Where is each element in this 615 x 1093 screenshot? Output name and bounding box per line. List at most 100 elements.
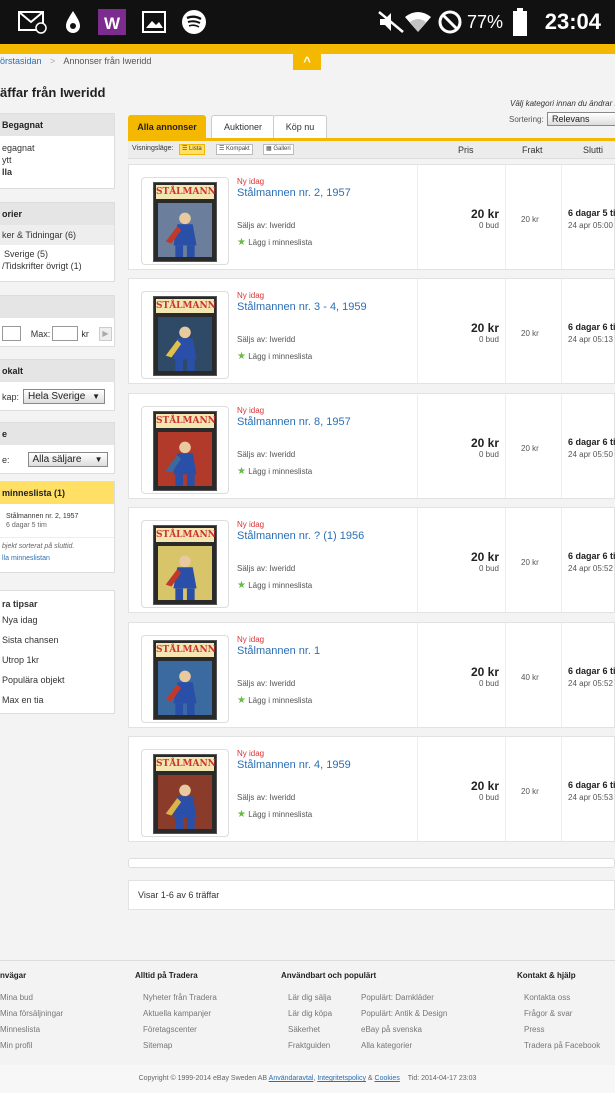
- location-select[interactable]: Hela Sverige ▼: [23, 389, 106, 404]
- listing-card[interactable]: STÅLMANNEN Ny idagStålmannen nr. 8, 1957 S…: [128, 393, 615, 499]
- listing-thumbnail[interactable]: STÅLMANNEN: [141, 749, 229, 837]
- condition-option-new[interactable]: ytt: [0, 154, 114, 166]
- column-shipping[interactable]: Frakt: [522, 145, 543, 155]
- footer-link[interactable]: Säkerhet: [288, 1022, 332, 1038]
- view-gallery-button[interactable]: ▦ Galleri: [263, 144, 294, 155]
- tip-start-1kr[interactable]: Utrop 1kr: [0, 650, 114, 670]
- listing-title-link[interactable]: Stålmannen nr. 1: [237, 645, 320, 657]
- footer-link[interactable]: Populärt: Antik & Design: [361, 1006, 447, 1022]
- listing-title-link[interactable]: Stålmannen nr. 8, 1957: [237, 416, 351, 428]
- footer-link[interactable]: Min profil: [0, 1038, 63, 1054]
- category-filter: orier ker & Tidningar (6) Sverige (5) /T…: [0, 202, 115, 282]
- listing-thumbnail[interactable]: STÅLMANNEN: [141, 635, 229, 723]
- listing-title-link[interactable]: Stålmannen nr. 2, 1957: [237, 187, 351, 199]
- footer-link[interactable]: Sitemap: [135, 1038, 217, 1054]
- listing-shipping: 20 kr: [521, 787, 539, 796]
- condition-option-all[interactable]: lla: [0, 166, 114, 178]
- price-min-input[interactable]: [2, 326, 21, 341]
- watchlist-link[interactable]: lla minneslistan: [0, 553, 114, 565]
- footer-link[interactable]: Frågor & svar: [517, 1006, 600, 1022]
- water-drop-icon: [62, 8, 84, 36]
- add-to-watchlist-button[interactable]: ★ Lägg i minneslista: [237, 695, 312, 706]
- listing-thumbnail[interactable]: STÅLMANNEN: [141, 291, 229, 379]
- listing-title-link[interactable]: Stålmannen nr. 4, 1959: [237, 759, 351, 771]
- condition-option-used[interactable]: egagnat: [0, 142, 114, 154]
- listing-price: 20 kr: [470, 550, 499, 564]
- column-divider: [505, 165, 506, 269]
- listing-time-left: 6 dagar 6 tim: [568, 322, 615, 332]
- breadcrumb-home-link[interactable]: örstasidan: [0, 56, 42, 66]
- footer-link[interactable]: Kontakta oss: [517, 990, 600, 1006]
- category-selected[interactable]: ker & Tidningar (6): [0, 225, 114, 245]
- listing-title-link[interactable]: Stålmannen nr. 3 - 4, 1959: [237, 301, 367, 313]
- footer-link[interactable]: eBay på svenska: [361, 1022, 447, 1038]
- expand-header-handle[interactable]: ^: [293, 54, 321, 70]
- tip-new-today[interactable]: Nya idag: [0, 610, 114, 630]
- footer-link[interactable]: Alla kategorier: [361, 1038, 447, 1054]
- footer-link[interactable]: Nyheter från Tradera: [135, 990, 217, 1006]
- view-compact-button[interactable]: ☰ Kompakt: [216, 144, 253, 155]
- footer-link[interactable]: Företagscenter: [135, 1022, 217, 1038]
- listing-seller[interactable]: Säljs av: Iweridd: [237, 679, 295, 688]
- tip-last-chance[interactable]: Sista chansen: [0, 630, 114, 650]
- column-ends[interactable]: Slutti: [583, 145, 603, 155]
- tip-popular[interactable]: Populära objekt: [0, 670, 114, 690]
- price-apply-button[interactable]: ▶: [98, 326, 112, 341]
- listing-card[interactable]: STÅLMANNEN Ny idagStålmannen nr. ? (1) 19…: [128, 507, 615, 613]
- tab-all-listings[interactable]: Alla annonser: [128, 115, 206, 139]
- listing-seller[interactable]: Säljs av: Iweridd: [237, 221, 295, 230]
- footer-link[interactable]: Tradera på Facebook: [517, 1038, 600, 1054]
- listing-seller[interactable]: Säljs av: Iweridd: [237, 450, 295, 459]
- cover-artwork: [158, 661, 212, 715]
- listing-price: 20 kr: [470, 436, 499, 450]
- footer-link[interactable]: Lär dig sälja: [288, 990, 332, 1006]
- mute-icon: [376, 8, 406, 36]
- category-item-sweden[interactable]: Sverige (5): [0, 248, 114, 260]
- listing-thumbnail[interactable]: STÅLMANNEN: [141, 406, 229, 494]
- listing-title-link[interactable]: Stålmannen nr. ? (1) 1956: [237, 530, 364, 542]
- add-to-watchlist-button[interactable]: ★ Lägg i minneslista: [237, 466, 312, 477]
- footer-link[interactable]: Mina bud: [0, 990, 63, 1006]
- tab-auctions[interactable]: Auktioner: [211, 115, 275, 139]
- category-item-magazines[interactable]: /Tidskrifter övrigt (1): [0, 260, 114, 272]
- add-to-watchlist-button[interactable]: ★ Lägg i minneslista: [237, 580, 312, 591]
- footer-link[interactable]: Lär dig köpa: [288, 1006, 332, 1022]
- listing-thumbnail[interactable]: STÅLMANNEN: [141, 520, 229, 608]
- privacy-link[interactable]: Integritetspolicy: [317, 1075, 366, 1082]
- column-price[interactable]: Pris: [458, 145, 474, 155]
- listing-seller[interactable]: Säljs av: Iweridd: [237, 335, 295, 344]
- terms-link[interactable]: Användaravtal: [269, 1075, 314, 1082]
- listing-card[interactable]: STÅLMANNEN Ny idagStålmannen nr. 4, 1959 S…: [128, 736, 615, 842]
- listing-card[interactable]: STÅLMANNEN Ny idagStålmannen nr. 3 - 4, 1…: [128, 278, 615, 384]
- footer-link[interactable]: Press: [517, 1022, 600, 1038]
- view-compact-label: Kompakt: [226, 146, 250, 152]
- watchlist-item-title[interactable]: Stålmannen nr. 2, 1957: [0, 512, 114, 521]
- comic-cover-image: STÅLMANNEN: [153, 754, 217, 834]
- footer-link[interactable]: Fraktguiden: [288, 1038, 332, 1054]
- add-to-watchlist-button[interactable]: ★ Lägg i minneslista: [237, 237, 312, 248]
- star-icon: ★: [237, 237, 246, 248]
- tab-buy-now[interactable]: Köp nu: [273, 115, 327, 139]
- footer-link[interactable]: Aktuella kampanjer: [135, 1006, 217, 1022]
- listing-card[interactable]: STÅLMANNEN Ny idagStålmannen nr. 2, 1957 S…: [128, 164, 615, 270]
- footer-link[interactable]: Minneslista: [0, 1022, 63, 1038]
- footer-link[interactable]: Populärt: Damkläder: [361, 990, 447, 1006]
- price-max-input[interactable]: [52, 326, 79, 341]
- breadcrumb-separator-icon: >: [50, 56, 56, 66]
- footer-link[interactable]: Mina försäljningar: [0, 1006, 63, 1022]
- listing-seller[interactable]: Säljs av: Iweridd: [237, 564, 295, 573]
- spotify-icon: [180, 8, 208, 36]
- listing-thumbnail[interactable]: STÅLMANNEN: [141, 177, 229, 265]
- listing-seller[interactable]: Säljs av: Iweridd: [237, 793, 295, 802]
- cookies-link[interactable]: Cookies: [375, 1075, 400, 1082]
- new-today-tag: Ny idag: [237, 635, 265, 644]
- add-to-watchlist-button[interactable]: ★ Lägg i minneslista: [237, 809, 312, 820]
- tip-max-ten[interactable]: Max en tia: [0, 690, 114, 710]
- listing-card[interactable]: STÅLMANNEN Ny idagStålmannen nr. 1 Säljs a…: [128, 622, 615, 728]
- add-to-watchlist-label: Lägg i minneslista: [248, 352, 313, 361]
- sort-select[interactable]: Relevans: [547, 112, 615, 126]
- add-to-watchlist-button[interactable]: ★ Lägg i minneslista: [237, 351, 312, 362]
- seller-select[interactable]: Alla säljare ▼: [27, 452, 108, 467]
- view-list-button[interactable]: ☰ Lista: [179, 144, 205, 155]
- column-divider: [561, 394, 562, 498]
